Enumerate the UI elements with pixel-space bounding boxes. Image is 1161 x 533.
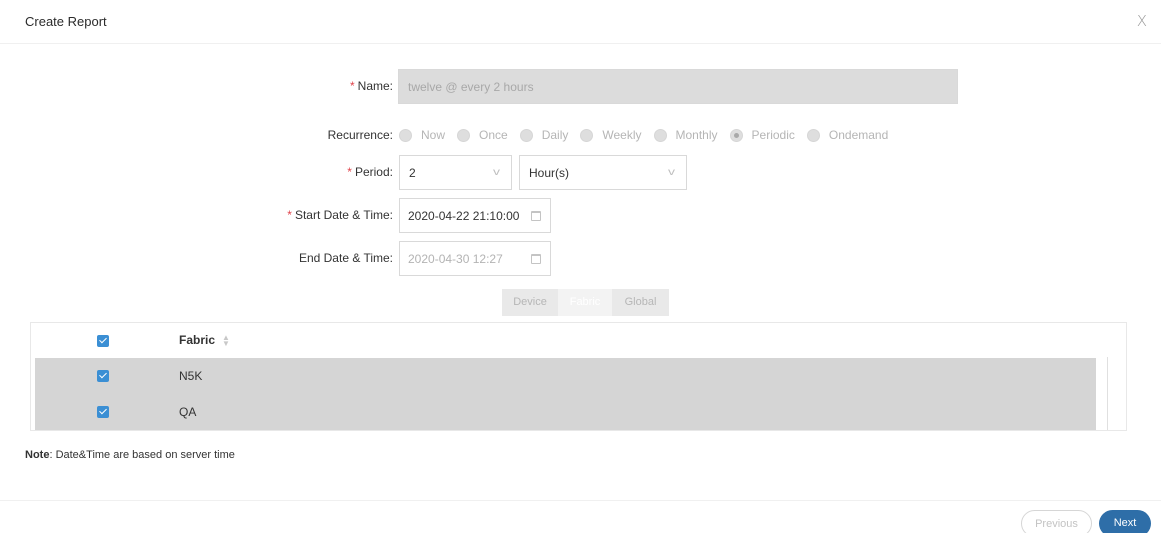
end-date-row: End Date & Time: 2020-04-30 12:27 [0,241,1161,277]
recurrence-label: Recurrence: [327,128,393,142]
sort-icon[interactable]: ▲ ▼ [222,333,230,347]
recurrence-row: Recurrence: Now Once Daily Weekly Monthl… [0,118,1161,154]
dialog-title: Create Report [25,14,107,29]
tab-fabric[interactable]: Fabric [558,289,612,316]
table-row[interactable]: N5K [35,358,1096,394]
start-date-row: * Start Date & Time: 2020-04-22 21:10:00 [0,198,1161,234]
radio-once[interactable]: Once [457,128,508,142]
radio-dot [519,128,533,142]
period-row: * Period: 2 v Hour(s) v [0,155,1161,191]
period-label: * Period: [347,165,393,179]
period-unit-select[interactable]: Hour(s) v [519,155,687,190]
radio-dot [399,128,412,142]
name-label: * Name: [349,79,393,93]
name-row: * Name: twelve @ every 2 hours [0,69,1161,105]
required-marker: * [287,208,292,222]
radio-dot [806,128,820,142]
dialog-header: Create Report X [0,0,1161,44]
table-header: Fabric ▲ ▼ [31,323,1126,357]
period-value-select[interactable]: 2 v [399,155,512,190]
radio-dot [457,128,471,142]
next-button[interactable]: Next [1099,510,1151,533]
tab-global[interactable]: Global [612,289,669,316]
row-checkbox[interactable] [97,370,109,382]
close-icon[interactable]: X [1137,12,1147,30]
radio-now[interactable]: Now [399,128,445,142]
scope-segmented-control: Device Fabric Global [502,289,669,316]
recurrence-radio-group: Now Once Daily Weekly Monthly Periodic O… [399,128,900,142]
fabric-table: Fabric ▲ ▼ N5K QA [30,322,1127,431]
radio-monthly[interactable]: Monthly [653,128,718,142]
start-date-picker[interactable]: 2020-04-22 21:10:00 [399,198,551,233]
server-time-note: Note: Date&Time are based on server time [25,449,235,461]
footer-divider [0,500,1161,501]
calendar-icon [531,211,541,221]
calendar-icon [531,254,541,264]
row-fabric-name: QA [179,405,197,419]
radio-dot [580,128,594,142]
tab-device[interactable]: Device [502,289,558,316]
radio-ondemand[interactable]: Ondemand [806,128,888,142]
previous-button[interactable]: Previous [1021,510,1092,533]
chevron-down-icon: v [493,167,500,178]
radio-weekly[interactable]: Weekly [580,128,642,142]
row-fabric-name: N5K [179,369,203,383]
chevron-down-icon: v [668,167,675,178]
end-date-label: End Date & Time: [298,251,393,265]
radio-daily[interactable]: Daily [519,128,568,142]
radio-periodic[interactable]: Periodic [729,128,795,142]
fabric-column-header[interactable]: Fabric ▲ ▼ [179,333,230,347]
name-input[interactable]: twelve @ every 2 hours [398,69,958,104]
required-marker: * [347,165,352,179]
required-marker: * [349,79,355,93]
end-date-picker[interactable]: 2020-04-30 12:27 [399,241,551,276]
table-scrollbar[interactable] [1107,357,1108,430]
row-checkbox[interactable] [97,406,109,418]
table-row[interactable]: QA [35,394,1096,430]
radio-dot [653,128,667,142]
radio-dot-checked [729,128,743,142]
select-all-checkbox[interactable] [97,335,109,347]
start-date-label: * Start Date & Time: [287,208,393,222]
